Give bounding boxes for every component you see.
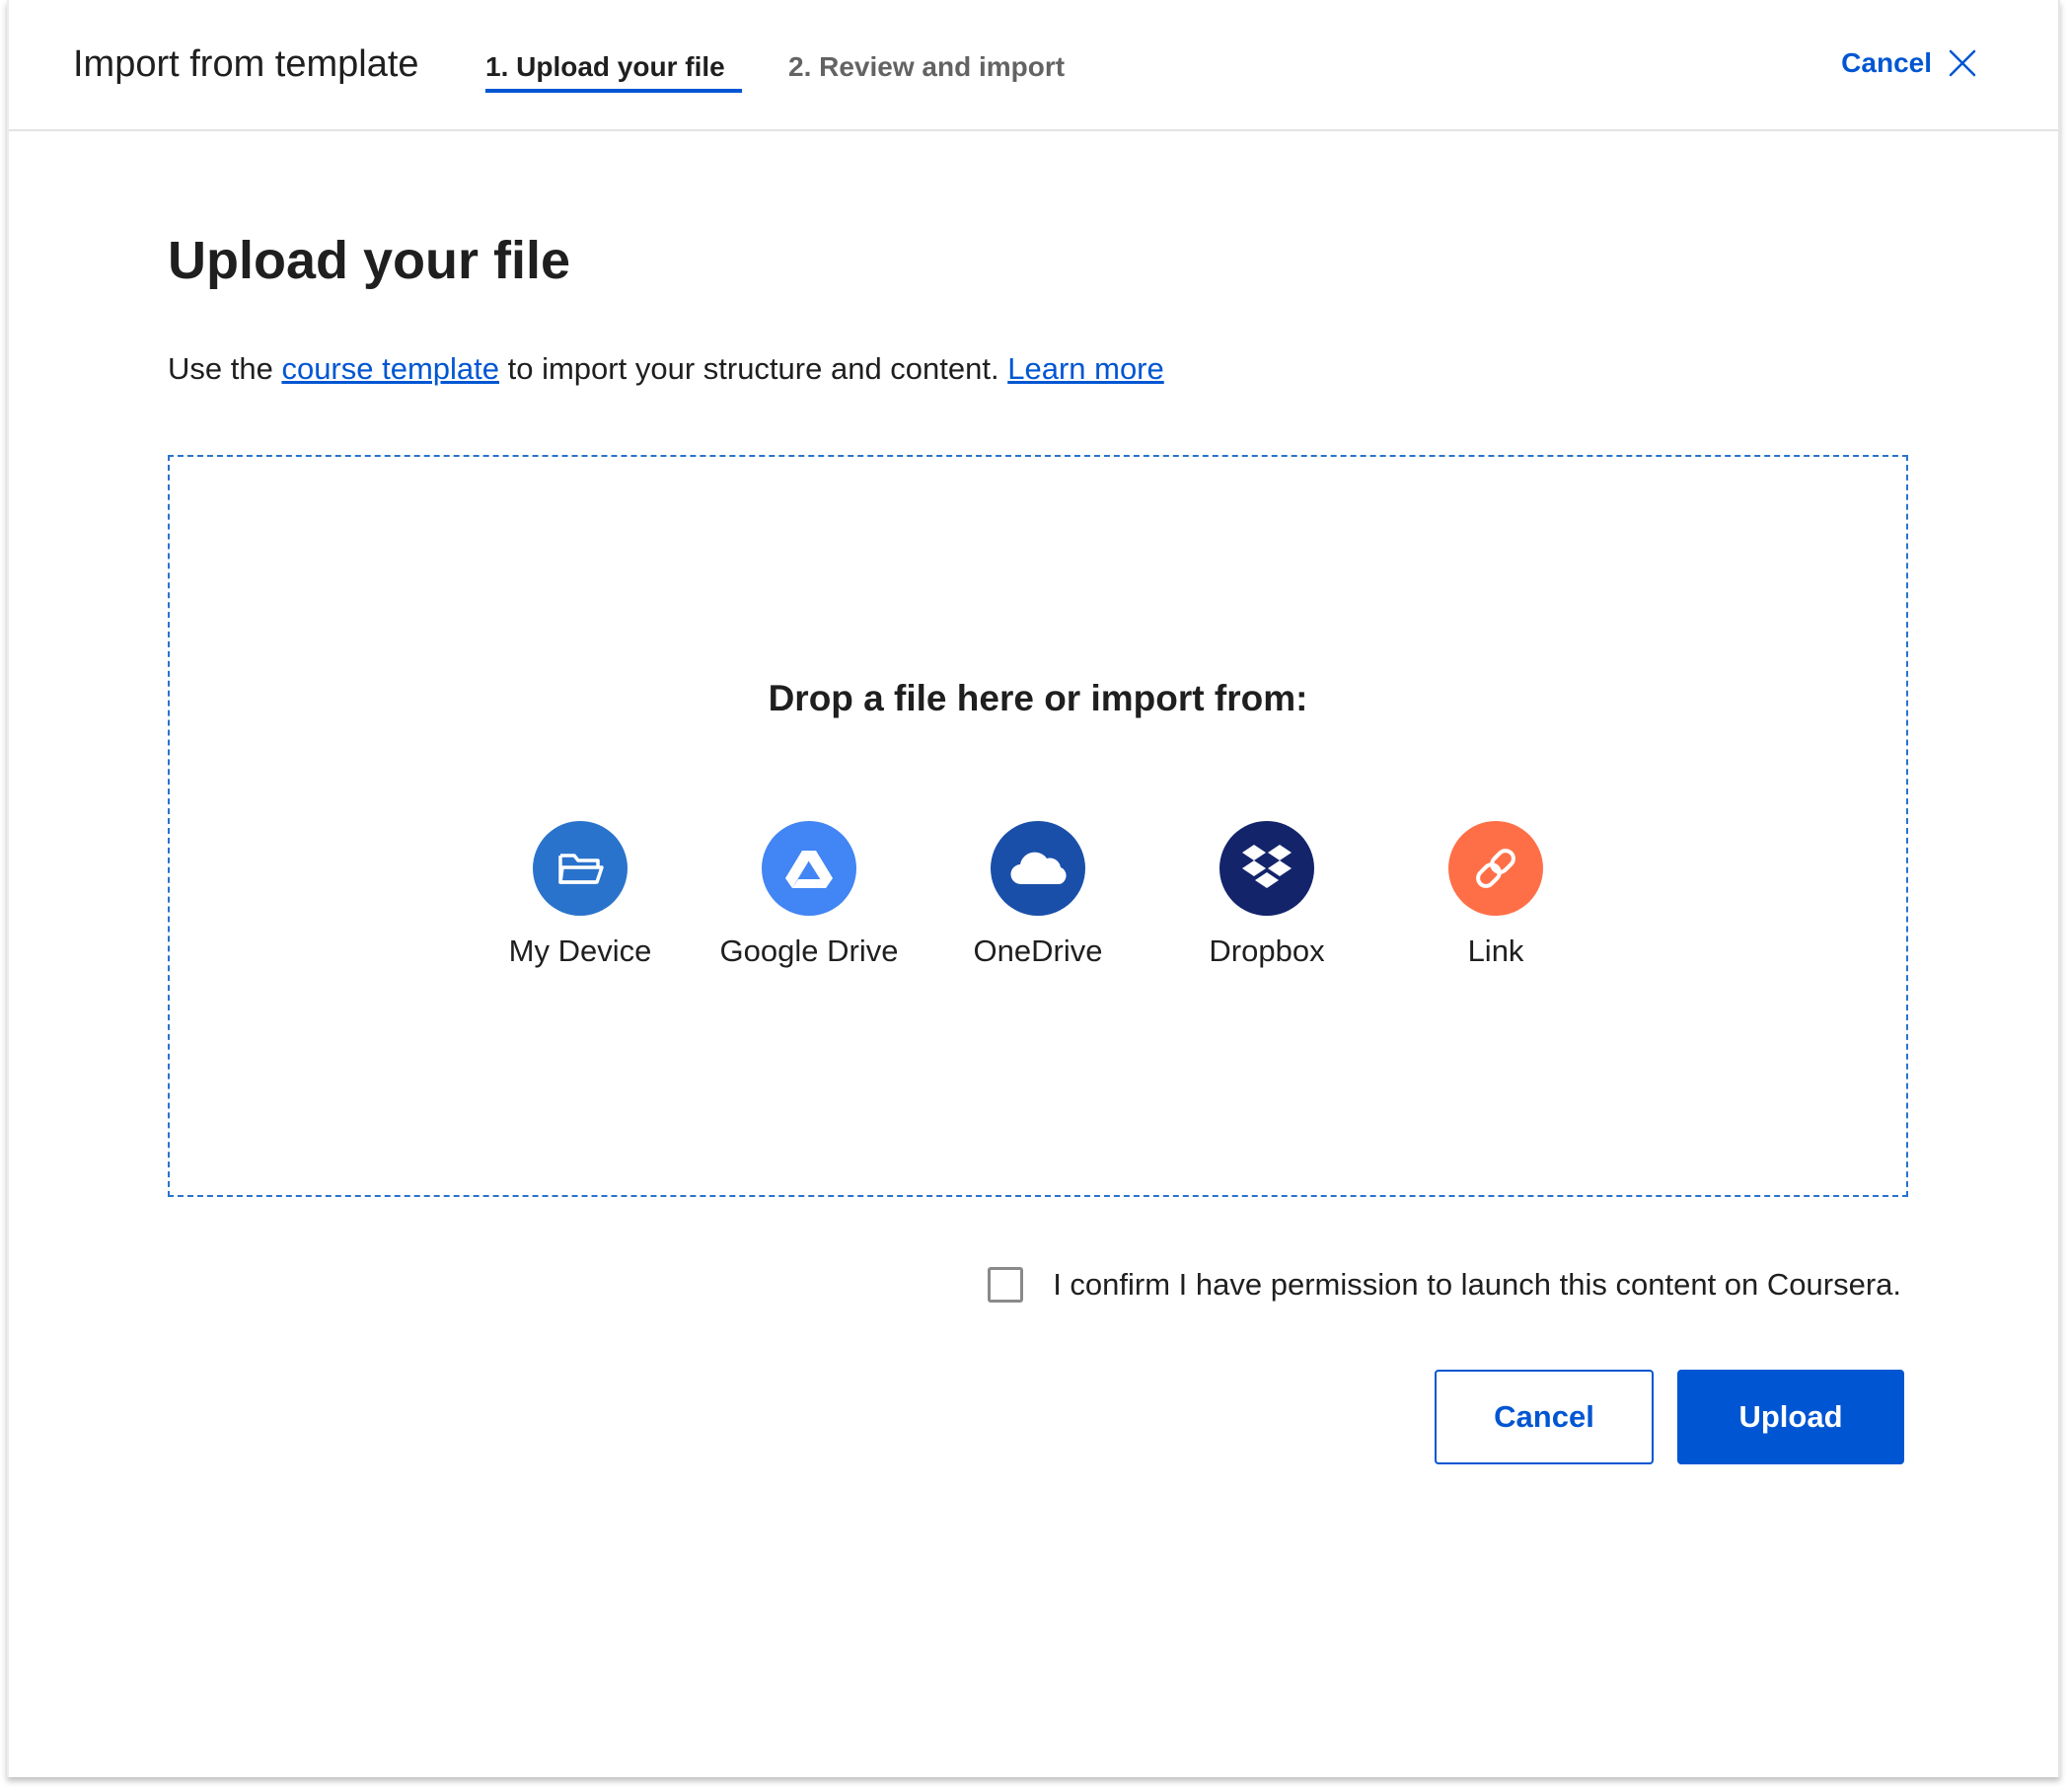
- close-icon[interactable]: [1946, 46, 1979, 80]
- source-label-link: Link: [1467, 933, 1524, 968]
- active-tab-indicator: [485, 89, 742, 93]
- import-sources: My Device Google Drive OneDrive Dropbox …: [170, 821, 1906, 971]
- source-label-my-device: My Device: [508, 933, 652, 968]
- onedrive-icon: [1010, 852, 1067, 885]
- link-icon: [1476, 849, 1515, 888]
- google-drive-icon-circle: [762, 821, 856, 916]
- intro-text: Use the course template to import your s…: [168, 349, 1164, 389]
- permission-checkbox[interactable]: [988, 1267, 1024, 1303]
- link-icon-circle: [1448, 821, 1543, 916]
- source-label-dropbox: Dropbox: [1209, 933, 1325, 968]
- source-onedrive[interactable]: OneDrive: [923, 821, 1152, 971]
- upload-button[interactable]: Upload: [1677, 1370, 1904, 1464]
- learn-more-link[interactable]: Learn more: [1007, 351, 1164, 386]
- source-my-device[interactable]: My Device: [466, 821, 695, 971]
- dropbox-icon: [1242, 845, 1292, 888]
- onedrive-icon-circle: [991, 821, 1085, 916]
- intro-prefix: Use the: [168, 351, 282, 386]
- source-google-drive[interactable]: Google Drive: [695, 821, 923, 971]
- my-device-icon-circle: [533, 821, 628, 916]
- dropzone-heading: Drop a file here or import from:: [768, 678, 1308, 718]
- dropbox-icon-circle: [1219, 821, 1314, 916]
- modal-header: Import from template 1. Upload your file…: [9, 0, 2058, 131]
- tab-review-and-import[interactable]: 2. Review and import: [788, 49, 1065, 85]
- folder-icon: [558, 854, 604, 884]
- file-dropzone[interactable]: Drop a file here or import from: My Devi…: [168, 455, 1908, 1197]
- source-link[interactable]: Link: [1381, 821, 1610, 971]
- modal-title: Import from template: [73, 43, 419, 85]
- source-label-onedrive: OneDrive: [973, 933, 1103, 968]
- tab-upload-your-file[interactable]: 1. Upload your file: [485, 49, 725, 85]
- source-dropbox[interactable]: Dropbox: [1152, 821, 1381, 971]
- header-cancel-label: Cancel: [1841, 47, 1932, 78]
- permission-label[interactable]: I confirm I have permission to launch th…: [1053, 1265, 1901, 1305]
- source-label-google-drive: Google Drive: [719, 933, 899, 968]
- header-cancel-button[interactable]: Cancel: [1841, 45, 1979, 81]
- course-template-link[interactable]: course template: [281, 351, 499, 386]
- google-drive-icon: [785, 851, 833, 888]
- page-title: Upload your file: [168, 231, 571, 290]
- import-modal: Import from template 1. Upload your file…: [7, 0, 2060, 1777]
- cancel-button[interactable]: Cancel: [1435, 1370, 1654, 1464]
- permission-confirm: I confirm I have permission to launch th…: [988, 1265, 1901, 1305]
- intro-middle: to import your structure and content.: [499, 351, 1008, 386]
